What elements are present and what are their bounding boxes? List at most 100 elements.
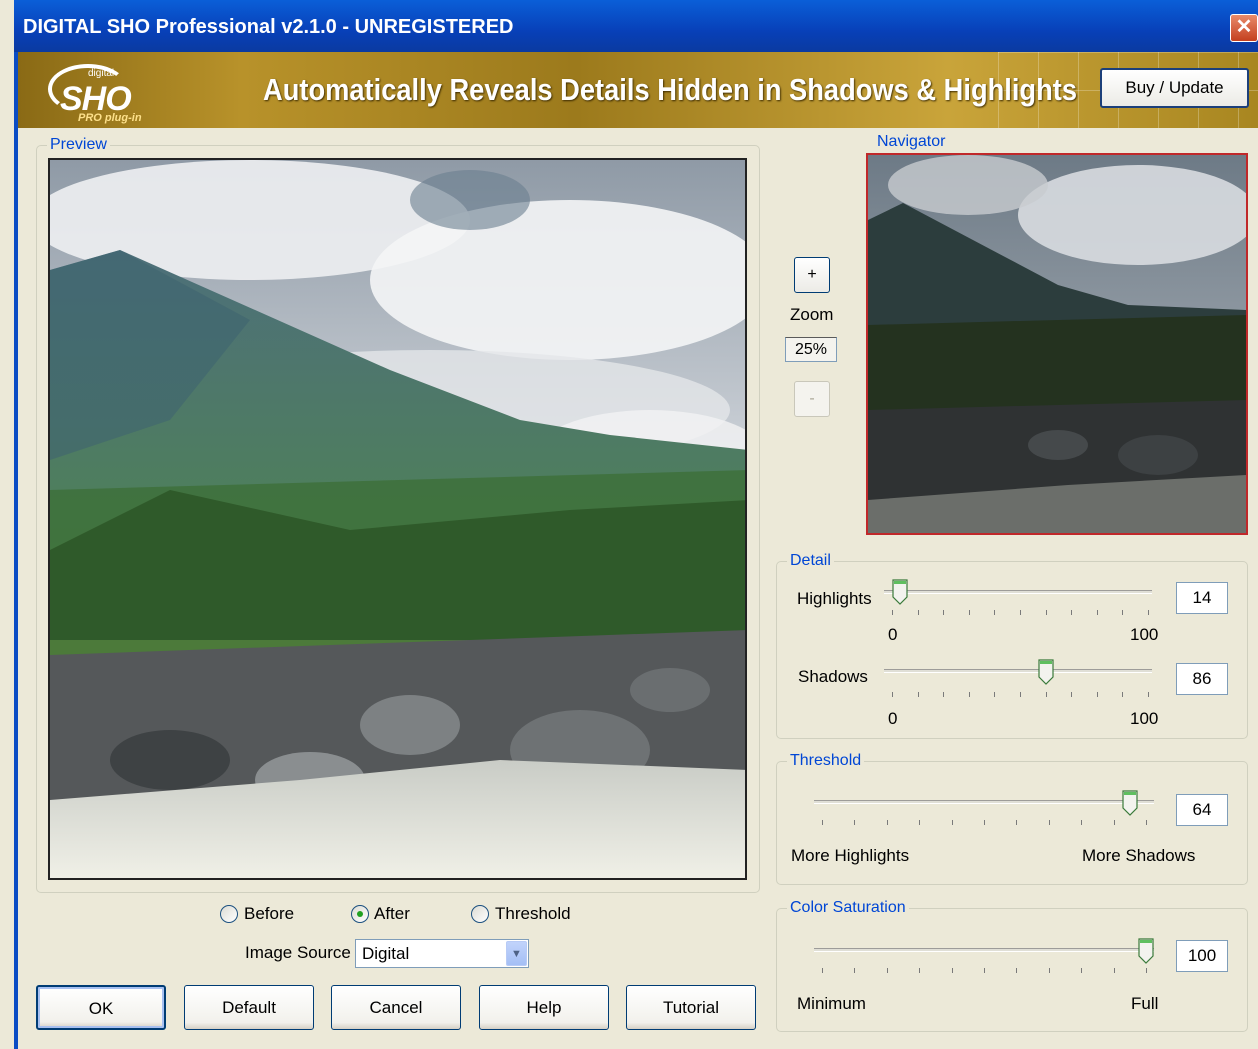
shadows-min-label: 0 [888, 709, 898, 728]
logo-digital-text: digital [88, 68, 115, 79]
threshold-slider-thumb[interactable] [1122, 790, 1138, 816]
threshold-ticks [822, 820, 1147, 826]
highlights-value-field[interactable]: 14 [1176, 582, 1228, 614]
buy-update-button[interactable]: Buy / Update [1100, 68, 1249, 108]
slider-tick [984, 968, 985, 973]
slider-tick [917, 692, 919, 697]
default-button[interactable]: Default [184, 985, 314, 1030]
slider-tick [1148, 610, 1149, 615]
logo-plugin-text: PRO plug-in [78, 112, 142, 124]
slider-tick [822, 968, 823, 973]
tutorial-button[interactable]: Tutorial [626, 985, 756, 1030]
shadows-label: Shadows [798, 667, 868, 686]
slider-tick [968, 610, 970, 615]
close-button[interactable]: ✕ [1230, 14, 1258, 42]
slider-tick [919, 820, 921, 825]
preview-image[interactable] [48, 158, 747, 880]
shadows-value-field[interactable]: 86 [1176, 663, 1228, 695]
slider-tick [892, 610, 893, 615]
slider-tick [1146, 820, 1147, 825]
slider-tick [917, 610, 919, 615]
ok-button[interactable]: OK [36, 985, 166, 1030]
slider-tick [994, 692, 996, 697]
landscape-navigator-picture [868, 155, 1246, 533]
slider-tick [1146, 968, 1147, 973]
minus-icon: - [809, 390, 815, 407]
chevron-down-icon[interactable]: ▼ [506, 941, 527, 966]
slider-tick [1096, 610, 1098, 615]
slider-tick [1020, 692, 1021, 697]
slider-tick [1016, 820, 1018, 825]
banner: digital SHO PRO plug-in Automatically Re… [18, 52, 1258, 128]
threshold-legend: Threshold [787, 752, 865, 770]
detail-legend: Detail [787, 552, 834, 570]
threshold-value-field[interactable]: 64 [1176, 794, 1228, 826]
slider-tick [919, 968, 921, 973]
slider-tick [1045, 692, 1047, 697]
highlights-ticks [892, 610, 1149, 616]
threshold-radio[interactable] [471, 905, 489, 923]
slider-tick [1148, 692, 1149, 697]
window-frame [14, 52, 18, 1049]
saturation-ticks [822, 968, 1147, 974]
image-source-label: Image Source [245, 943, 351, 962]
more-highlights-label: More Highlights [791, 846, 910, 865]
shadows-slider-thumb[interactable] [1037, 659, 1054, 685]
slider-tick [1071, 610, 1073, 615]
navigator-image[interactable] [866, 153, 1248, 535]
threshold-radio-label[interactable]: Threshold [495, 904, 571, 924]
saturation-full-label: Full [1131, 994, 1159, 1013]
plus-icon: + [807, 266, 817, 283]
slider-tick [968, 692, 970, 697]
slider-tick [1071, 692, 1073, 697]
before-radio-label[interactable]: Before [244, 904, 294, 924]
slider-tick [1113, 968, 1115, 973]
slider-tick [886, 968, 888, 973]
slider-tick [1122, 610, 1124, 615]
window-title: DIGITAL SHO Professional v2.1.0 - UNREGI… [23, 16, 514, 38]
image-source-select[interactable]: Digital ▼ [355, 939, 529, 968]
slider-tick [1048, 968, 1050, 973]
close-icon: ✕ [1235, 16, 1253, 38]
slider-tick [1081, 820, 1083, 825]
slider-tick [951, 968, 953, 973]
highlights-min-label: 0 [888, 625, 898, 644]
slider-tick [984, 820, 985, 825]
shadows-max-label: 100 [1130, 709, 1159, 728]
threshold-track [814, 800, 1154, 804]
after-radio-label[interactable]: After [374, 904, 410, 924]
slider-tick [892, 692, 893, 697]
slider-tick [1016, 968, 1018, 973]
image-source-value: Digital [362, 944, 410, 963]
zoom-in-button[interactable]: + [794, 257, 830, 293]
zoom-out-button[interactable]: - [794, 381, 830, 417]
landscape-preview-picture [50, 160, 745, 878]
cancel-button[interactable]: Cancel [331, 985, 461, 1030]
slider-tick [854, 968, 856, 973]
saturation-slider-thumb[interactable] [1138, 938, 1154, 964]
slider-tick [1081, 968, 1083, 973]
slider-tick [822, 820, 823, 825]
slider-tick [943, 610, 945, 615]
slider-tick [1048, 820, 1050, 825]
before-radio[interactable] [220, 905, 238, 923]
highlights-slider-thumb[interactable] [892, 579, 908, 605]
slider-tick [1020, 610, 1021, 615]
saturation-minimum-label: Minimum [797, 994, 866, 1013]
slider-tick [994, 610, 996, 615]
highlights-label: Highlights [797, 589, 872, 608]
more-shadows-label: More Shadows [1082, 846, 1196, 865]
slider-tick [1045, 610, 1047, 615]
slider-tick [886, 820, 888, 825]
title-bar: DIGITAL SHO Professional v2.1.0 - UNREGI… [14, 0, 1258, 52]
slider-tick [854, 820, 856, 825]
saturation-value-field[interactable]: 100 [1176, 940, 1228, 972]
navigator-legend: Navigator [874, 133, 949, 151]
slider-tick [1113, 820, 1115, 825]
help-button[interactable]: Help [479, 985, 609, 1030]
shadows-track [884, 669, 1152, 673]
sho-logo: digital SHO PRO plug-in [48, 60, 148, 124]
slider-tick [951, 820, 953, 825]
highlights-max-label: 100 [1130, 625, 1159, 644]
after-radio[interactable] [351, 905, 369, 923]
